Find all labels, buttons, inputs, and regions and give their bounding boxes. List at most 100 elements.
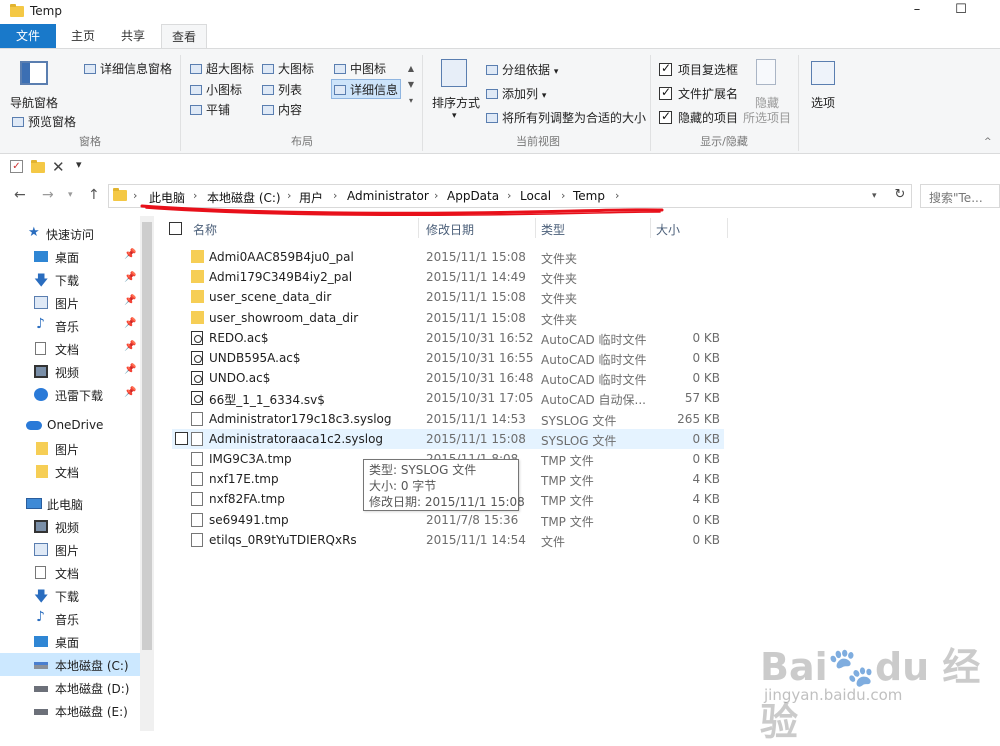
sidebar-quick-access[interactable]: ★ 快速访问 [0, 222, 140, 245]
sidebar-pc-desktop[interactable]: 桌面 [0, 630, 140, 653]
chevron-right-icon[interactable]: › [615, 189, 619, 202]
sidebar-onedrive[interactable]: OneDrive [0, 414, 140, 437]
checkbox[interactable] [659, 109, 672, 124]
add-column-button[interactable]: 添加列 ▾ [486, 85, 546, 102]
column-header-size[interactable]: 大小 [656, 221, 680, 238]
refresh-icon[interactable]: ↻ [888, 184, 912, 208]
layout-large-icons[interactable]: 大图标 [262, 60, 314, 77]
item-checkboxes-toggle[interactable]: 项目复选框 [659, 61, 738, 78]
sidebar-item-videos[interactable]: 视频 📌 [0, 360, 140, 383]
file-row[interactable]: REDO.ac$ 2015/10/31 16:52 AutoCAD 临时文件 0 KB [172, 328, 724, 348]
sort-by-button[interactable]: 排序方式 [432, 94, 480, 111]
pin-icon[interactable]: 📌 [124, 318, 136, 329]
sidebar-onedrive-pictures[interactable]: 图片 [0, 437, 140, 460]
sidebar-pc-downloads[interactable]: 🡇 下载 [0, 584, 140, 607]
file-row[interactable]: Administrator179c18c3.syslog 2015/11/1 14… [172, 409, 724, 429]
tab-file[interactable]: 文件 [0, 24, 56, 48]
group-by-button[interactable]: 分组依据 ▾ [486, 61, 558, 78]
pin-icon[interactable]: 📌 [124, 387, 136, 398]
address-bar[interactable]: › 此电脑 › 本地磁盘 (C:) › 用户 › Administrator ›… [108, 184, 912, 208]
tab-share[interactable]: 共享 [112, 24, 154, 48]
breadcrumb-users[interactable]: 用户 [299, 189, 323, 206]
pin-icon[interactable]: 📌 [124, 272, 136, 283]
sidebar-local-disk-e[interactable]: 本地磁盘 (E:) [0, 699, 140, 722]
chevron-right-icon[interactable]: › [193, 189, 197, 202]
checkbox[interactable] [659, 61, 672, 76]
sidebar-item-thunder-downloads[interactable]: 迅雷下载 📌 [0, 383, 140, 406]
tab-view[interactable]: 查看 [161, 24, 207, 49]
chevron-right-icon[interactable]: › [507, 189, 511, 202]
chevron-right-icon[interactable]: › [561, 189, 565, 202]
column-divider[interactable] [727, 218, 728, 238]
pin-icon[interactable]: 📌 [124, 364, 136, 375]
new-folder-icon[interactable] [31, 160, 45, 173]
file-row[interactable]: etilqs_0R9tYuTDIERQxRs 2015/11/1 14:54 文件 0… [172, 530, 724, 550]
recent-locations-icon[interactable]: ▾ [68, 190, 73, 200]
fit-columns-button[interactable]: 将所有列调整为合适的大小 [486, 109, 646, 126]
file-row[interactable]: 66型_1_1_6334.sv$ 2015/10/31 17:05 AutoCAD … [172, 388, 724, 408]
sidebar-item-documents[interactable]: 文档 📌 [0, 337, 140, 360]
breadcrumb-temp[interactable]: Temp [573, 189, 605, 203]
layout-list[interactable]: 列表 [262, 81, 302, 98]
properties-icon[interactable]: ✓ [10, 160, 23, 173]
pin-icon[interactable]: 📌 [124, 249, 136, 260]
pin-icon[interactable]: 📌 [124, 341, 136, 352]
sidebar-scrollbar-thumb[interactable] [142, 222, 152, 650]
chevron-right-icon[interactable]: › [287, 189, 291, 202]
row-checkbox[interactable] [175, 432, 188, 445]
breadcrumb-appdata[interactable]: AppData [447, 189, 499, 203]
sidebar-item-desktop[interactable]: 桌面 📌 [0, 245, 140, 268]
navigation-pane-button[interactable]: 导航窗格 [10, 94, 58, 111]
sidebar-onedrive-documents[interactable]: 文档 [0, 460, 140, 483]
layout-scroll-arrows[interactable]: ▲ ▼ ▾ [406, 61, 416, 113]
delete-icon[interactable]: ✕ [52, 158, 65, 176]
file-row[interactable]: Administratoraaca1c2.syslog 2015/11/1 15:… [172, 429, 724, 449]
file-row[interactable]: Admi179C349B4iy2_pal 2015/11/1 14:49 文件夹 [172, 267, 724, 287]
details-pane-button[interactable]: 详细信息窗格 [84, 60, 172, 77]
back-arrow-icon[interactable]: ← [14, 187, 26, 203]
layout-small-icons[interactable]: 小图标 [190, 81, 242, 98]
file-row[interactable]: user_scene_data_dir 2015/11/1 15:08 文件夹 [172, 287, 724, 307]
breadcrumb-local-disk-c[interactable]: 本地磁盘 (C:) [207, 189, 281, 206]
up-arrow-icon[interactable]: ↑ [88, 187, 100, 203]
address-dropdown-icon[interactable]: ▾ [872, 191, 877, 201]
column-header-type[interactable]: 类型 [541, 221, 565, 238]
layout-content[interactable]: 内容 [262, 101, 302, 118]
minimize-button[interactable]: – [894, 0, 940, 22]
layout-medium-icons[interactable]: 中图标 [334, 60, 386, 77]
options-button[interactable]: 选项 [811, 94, 835, 111]
file-extensions-toggle[interactable]: 文件扩展名 [659, 85, 738, 102]
file-row[interactable]: user_showroom_data_dir 2015/11/1 15:08 文件夹 [172, 308, 724, 328]
column-divider[interactable] [535, 218, 536, 238]
collapse-ribbon-icon[interactable]: ^ [984, 137, 992, 147]
file-row[interactable]: UNDO.ac$ 2015/10/31 16:48 AutoCAD 临时文件 0 KB [172, 368, 724, 388]
chevron-right-icon[interactable]: › [133, 189, 137, 202]
sidebar-local-disk-c[interactable]: 本地磁盘 (C:) [0, 653, 140, 676]
sidebar-pc-music[interactable]: ♪ 音乐 [0, 607, 140, 630]
search-input[interactable]: 搜索"Te... [920, 184, 1000, 208]
column-header-date[interactable]: 修改日期 [426, 221, 474, 238]
chevron-right-icon[interactable]: › [333, 189, 337, 202]
sidebar-item-music[interactable]: ♪ 音乐 📌 [0, 314, 140, 337]
maximize-button[interactable]: ☐ [938, 0, 984, 22]
forward-arrow-icon[interactable]: → [42, 187, 54, 203]
sidebar-local-disk-d[interactable]: 本地磁盘 (D:) [0, 676, 140, 699]
checkbox[interactable] [659, 85, 672, 100]
column-divider[interactable] [418, 218, 419, 238]
sidebar-pc-documents[interactable]: 文档 [0, 561, 140, 584]
breadcrumb-administrator[interactable]: Administrator [347, 189, 429, 203]
layout-details[interactable]: 详细信息 [334, 81, 398, 98]
customize-toolbar-icon[interactable]: ▾ [76, 158, 82, 171]
sidebar-pc-pictures[interactable]: 图片 [0, 538, 140, 561]
sidebar-pc-videos[interactable]: 视频 [0, 515, 140, 538]
column-divider[interactable] [650, 218, 651, 238]
pin-icon[interactable]: 📌 [124, 295, 136, 306]
layout-tiles[interactable]: 平铺 [190, 101, 230, 118]
hidden-items-toggle[interactable]: 隐藏的项目 [659, 109, 738, 126]
sidebar-this-pc[interactable]: 此电脑 [0, 492, 140, 515]
chevron-right-icon[interactable]: › [434, 189, 438, 202]
sidebar-item-downloads[interactable]: 🡇 下载 📌 [0, 268, 140, 291]
breadcrumb-local[interactable]: Local [520, 189, 551, 203]
preview-pane-button[interactable]: 预览窗格 [12, 113, 76, 130]
breadcrumb-this-pc[interactable]: 此电脑 [149, 189, 185, 206]
